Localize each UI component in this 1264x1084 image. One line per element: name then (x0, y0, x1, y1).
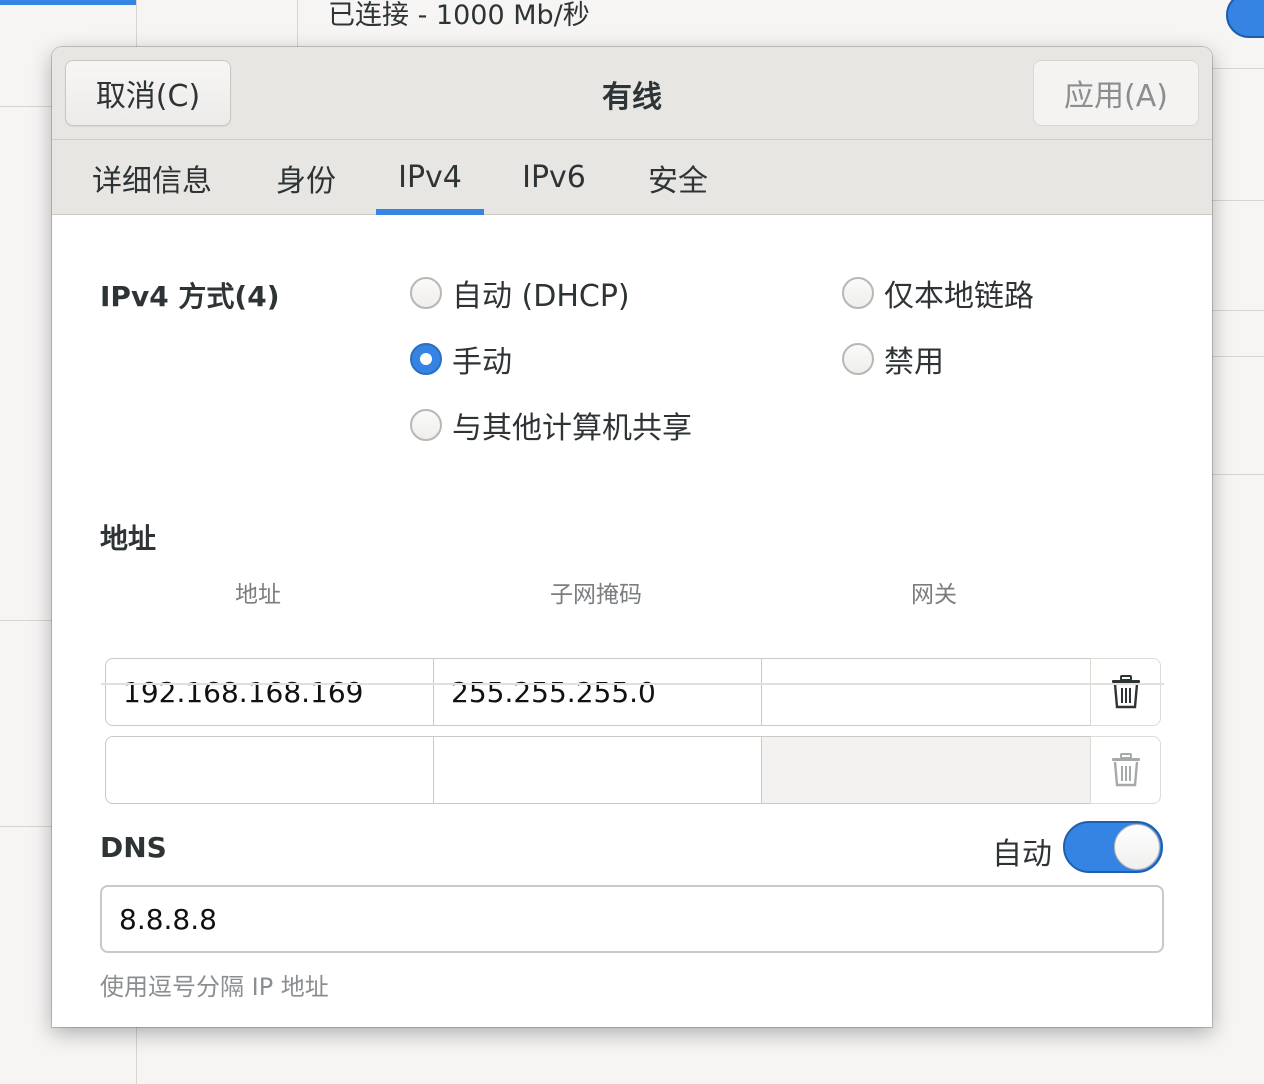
background-divider (0, 826, 52, 827)
gateway-input[interactable] (761, 658, 1091, 726)
netmask-input[interactable]: 255.255.255.0 (433, 658, 762, 726)
background-divider (1212, 310, 1264, 311)
cancel-button[interactable]: 取消(C) (65, 60, 231, 126)
background-divider (1212, 474, 1264, 475)
tab-details[interactable]: 详细信息 (92, 140, 212, 215)
background-divider (1212, 200, 1264, 201)
radio-auto-dhcp[interactable]: 自动 (DHCP) (410, 271, 630, 315)
gateway-input (761, 736, 1091, 804)
address-input[interactable] (105, 736, 434, 804)
dns-hint: 使用逗号分隔 IP 地址 (100, 973, 329, 1001)
dns-input[interactable]: 8.8.8.8 (100, 885, 1164, 953)
addresses-section-label: 地址 (100, 522, 157, 555)
radio-label: 仅本地链路 (884, 279, 1034, 314)
radio-shared[interactable]: 与其他计算机共享 (410, 403, 692, 447)
background-divider (0, 106, 52, 107)
background-selection-strip (0, 0, 136, 5)
radio-label: 与其他计算机共享 (452, 411, 692, 446)
ipv4-method-label: IPv4 方式(4) (100, 280, 280, 313)
delete-row-button[interactable] (1090, 658, 1161, 726)
column-header-gateway: 网关 (911, 582, 957, 608)
tab-bar: 详细信息 身份 IPv4 IPv6 安全 (52, 140, 1212, 215)
radio-circle[interactable] (842, 343, 874, 375)
radio-disabled[interactable]: 禁用 (842, 337, 944, 381)
ipv4-page: IPv4 方式(4) 自动 (DHCP) 仅本地链路 手动 禁用 与其他计算机共… (52, 215, 1212, 1027)
row-separator (101, 683, 1164, 685)
switch-knob (1114, 824, 1160, 870)
radio-circle[interactable] (842, 277, 874, 309)
address-input[interactable]: 192.168.168.169 (105, 658, 434, 726)
radio-manual[interactable]: 手动 (410, 337, 512, 381)
wired-settings-dialog: 取消(C) 有线 应用(A) 详细信息 身份 IPv4 IPv6 安全 IPv4… (52, 47, 1212, 1027)
netmask-input[interactable] (433, 736, 762, 804)
dns-auto-switch[interactable] (1063, 821, 1163, 873)
dns-section-label: DNS (100, 831, 167, 864)
tab-ipv4[interactable]: IPv4 (376, 140, 484, 215)
apply-button[interactable]: 应用(A) (1033, 60, 1199, 126)
tab-identity[interactable]: 身份 (275, 140, 337, 215)
delete-row-button (1090, 736, 1161, 804)
connection-status: 已连接 - 1000 Mb/秒 (328, 0, 590, 31)
radio-label: 禁用 (884, 345, 944, 380)
background-divider (297, 0, 298, 48)
background-divider (0, 620, 52, 621)
background-divider (1212, 356, 1264, 357)
tab-security[interactable]: 安全 (646, 140, 710, 215)
trash-icon (1111, 753, 1140, 787)
background-connection-toggle[interactable] (1226, 0, 1264, 38)
dialog-header: 取消(C) 有线 应用(A) (52, 47, 1212, 140)
trash-icon (1111, 675, 1140, 709)
radio-circle[interactable] (410, 277, 442, 309)
column-header-netmask: 子网掩码 (550, 582, 642, 608)
column-header-address: 地址 (235, 582, 281, 608)
radio-circle-checked[interactable] (410, 343, 442, 375)
radio-link-local[interactable]: 仅本地链路 (842, 271, 1034, 315)
radio-circle[interactable] (410, 409, 442, 441)
tab-ipv6[interactable]: IPv6 (508, 140, 600, 215)
radio-label: 手动 (452, 345, 512, 380)
background-divider (1212, 68, 1264, 69)
radio-label: 自动 (DHCP) (452, 279, 630, 314)
dns-auto-label: 自动 (992, 837, 1052, 872)
